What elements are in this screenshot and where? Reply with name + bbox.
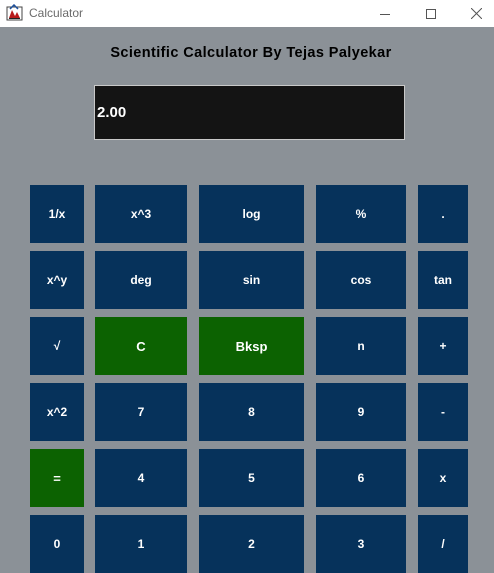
digit-9-button[interactable]: 9	[316, 383, 406, 441]
digit-2-button[interactable]: 2	[199, 515, 304, 573]
divide-button[interactable]: /	[418, 515, 468, 573]
display-value: 2.00	[97, 104, 127, 121]
backspace-button[interactable]: Bksp	[199, 317, 304, 375]
digit-0-button[interactable]: 0	[30, 515, 84, 573]
reciprocal-button[interactable]: 1/x	[30, 185, 84, 243]
sin-button[interactable]: sin	[199, 251, 304, 309]
add-button[interactable]: +	[418, 317, 468, 375]
title-bar: Calculator	[0, 0, 494, 27]
digit-8-button[interactable]: 8	[199, 383, 304, 441]
subtract-button[interactable]: -	[418, 383, 468, 441]
equals-button[interactable]: =	[30, 449, 84, 507]
clear-button[interactable]: C	[95, 317, 187, 375]
calculator-heading: Scientific Calculator By Tejas Palyekar	[110, 45, 392, 61]
square-root-button[interactable]: √	[30, 317, 84, 375]
result-display: 2.00	[94, 85, 405, 140]
minimize-button[interactable]	[362, 0, 408, 27]
percent-button[interactable]: %	[316, 185, 406, 243]
maximize-button[interactable]	[408, 0, 454, 27]
digit-4-button[interactable]: 4	[95, 449, 187, 507]
power-button[interactable]: x^y	[30, 251, 84, 309]
digit-5-button[interactable]: 5	[199, 449, 304, 507]
tan-button[interactable]: tan	[418, 251, 468, 309]
multiply-button[interactable]: x	[418, 449, 468, 507]
n-button[interactable]: n	[316, 317, 406, 375]
maximize-icon	[426, 8, 436, 19]
minimize-icon	[380, 13, 390, 15]
digit-3-button[interactable]: 3	[316, 515, 406, 573]
log-button[interactable]: log	[199, 185, 304, 243]
close-button[interactable]	[453, 0, 494, 27]
close-icon	[470, 8, 482, 19]
calculator-app-icon	[6, 4, 23, 21]
digit-7-button[interactable]: 7	[95, 383, 187, 441]
square-button[interactable]: x^2	[30, 383, 84, 441]
decimal-button[interactable]: .	[418, 185, 468, 243]
window-title: Calculator	[29, 6, 84, 20]
digit-6-button[interactable]: 6	[316, 449, 406, 507]
degree-button[interactable]: deg	[95, 251, 187, 309]
cube-button[interactable]: x^3	[95, 185, 187, 243]
cos-button[interactable]: cos	[316, 251, 406, 309]
digit-1-button[interactable]: 1	[95, 515, 187, 573]
